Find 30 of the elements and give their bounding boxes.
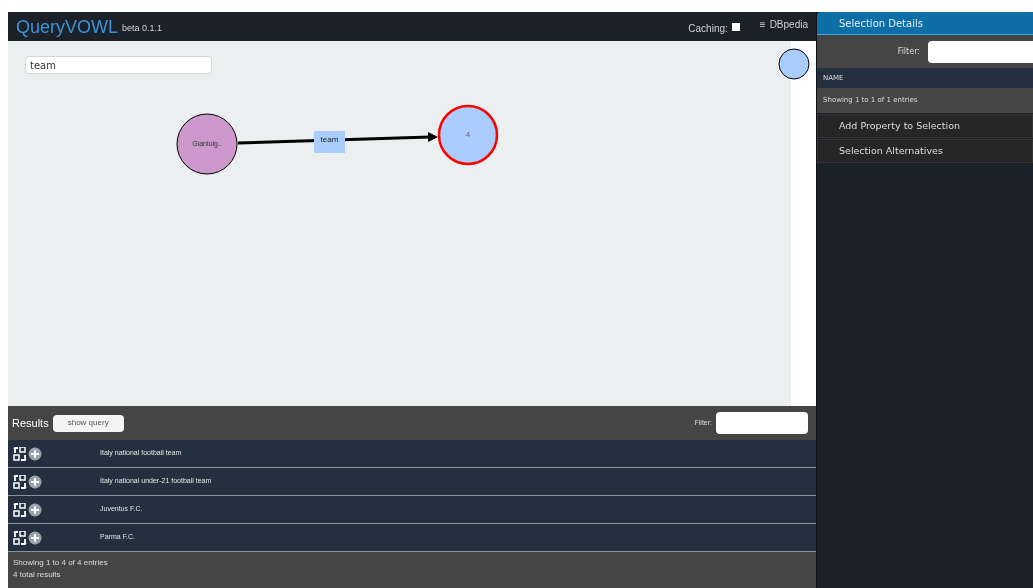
accordion-section[interactable]: Add Property to Selection [817,114,1033,138]
swap-icon[interactable] [13,446,27,461]
caching-label: Caching: [688,22,728,36]
filter-field[interactable] [716,412,808,434]
accordion-section[interactable]: Selection Alternatives [817,139,1033,163]
results-info: Showing 1 to 4 of 4 entries [13,558,109,567]
add-icon[interactable] [28,502,42,517]
node-label: 4 [465,129,471,141]
results-title: Results [12,415,49,431]
caching-checkbox[interactable] [731,22,740,31]
swap-icon[interactable] [13,530,27,545]
graph-node[interactable] [176,113,238,175]
add-icon[interactable] [28,446,42,461]
search-field[interactable]: team [25,56,212,74]
menu-icon[interactable]: ≡ [759,17,766,32]
add-icon[interactable] [28,474,42,489]
swap-icon[interactable] [13,502,27,517]
results-total: 4 total results [13,570,62,579]
selection-header[interactable]: Selection Details [817,12,1033,35]
selection-filter-label: Filter: [897,45,920,58]
graph-node[interactable] [437,104,499,166]
add-icon[interactable] [28,530,42,545]
swap-icon[interactable] [13,474,27,489]
version-label: beta 0.1.1 [122,21,163,35]
overview-node[interactable] [778,48,810,80]
edge-label[interactable]: team [314,131,345,153]
endpoint-menu[interactable]: DBpedia [769,17,808,32]
selection-filter-field[interactable] [928,40,1033,63]
show-query-button[interactable]: show query [52,414,124,432]
app-title: QueryVOWL [16,17,119,36]
